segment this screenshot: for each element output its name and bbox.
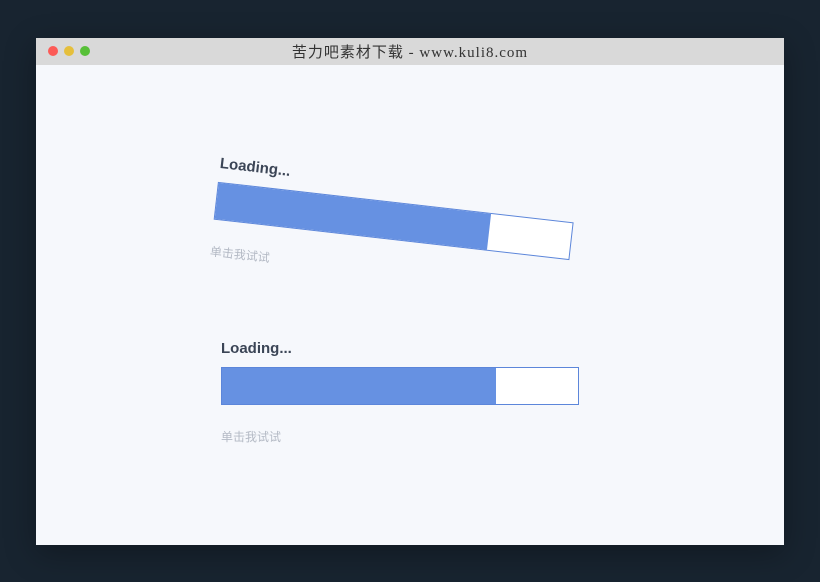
app-window: 苦力吧素材下载 - www.kuli8.com Loading... 单击我试试… (36, 38, 784, 545)
close-icon[interactable] (48, 46, 58, 56)
loading-label: Loading... (221, 340, 581, 357)
progress-bar-2[interactable] (221, 367, 579, 405)
minimize-icon[interactable] (64, 46, 74, 56)
content-area: Loading... 单击我试试 Loading... 单击我试试 (36, 65, 784, 545)
maximize-icon[interactable] (80, 46, 90, 56)
click-hint-2[interactable]: 单击我试试 (221, 428, 581, 445)
traffic-lights (36, 46, 90, 56)
loading-group-2: Loading... 单击我试试 (221, 340, 581, 445)
window-title: 苦力吧素材下载 - www.kuli8.com (36, 41, 784, 62)
titlebar: 苦力吧素材下载 - www.kuli8.com (36, 38, 784, 65)
loading-group-1: Loading... 单击我试试 (209, 155, 579, 300)
progress-fill (222, 368, 496, 404)
